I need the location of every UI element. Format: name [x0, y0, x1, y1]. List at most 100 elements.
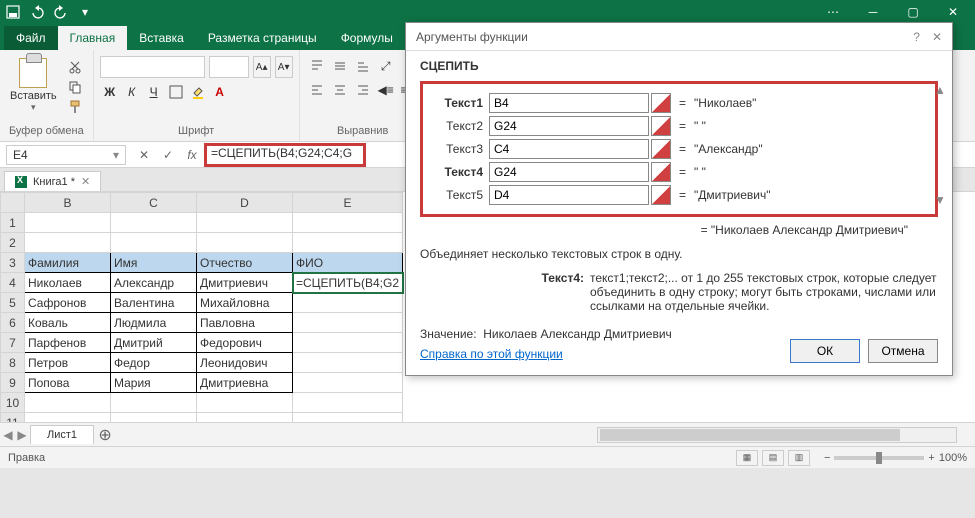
cell[interactable]: =СЦЕПИТЬ(B4;G2	[293, 273, 403, 293]
arg-input[interactable]	[489, 93, 649, 113]
page-layout-view-icon[interactable]: ▤	[762, 450, 784, 466]
cell[interactable]: Михайловна	[197, 293, 293, 313]
add-sheet-icon[interactable]: ⊕	[94, 425, 116, 445]
horizontal-scrollbar[interactable]	[597, 427, 957, 443]
cell[interactable]	[111, 413, 197, 423]
font-name-input[interactable]	[100, 56, 205, 78]
cell[interactable]: Павловна	[197, 313, 293, 333]
row-header[interactable]: 5	[1, 293, 25, 313]
cell[interactable]	[293, 353, 403, 373]
cancel-formula-icon[interactable]: ✕	[132, 144, 156, 166]
cell[interactable]	[111, 213, 197, 233]
dialog-titlebar[interactable]: Аргументы функции ? ✕	[406, 23, 952, 51]
decrease-font-icon[interactable]: A▾	[275, 56, 293, 78]
cell[interactable]: Николаев	[25, 273, 111, 293]
cell[interactable]: Леонидович	[197, 353, 293, 373]
arg-input[interactable]	[489, 162, 649, 182]
function-help-link[interactable]: Справка по этой функции	[420, 347, 563, 361]
formula-input[interactable]: =СЦЕПИТЬ(B4;G24;C4;G	[204, 143, 366, 167]
page-break-view-icon[interactable]: ▥	[788, 450, 810, 466]
align-top-icon[interactable]	[306, 56, 328, 76]
arg-input[interactable]	[489, 116, 649, 136]
font-size-input[interactable]	[209, 56, 249, 78]
row-header[interactable]: 7	[1, 333, 25, 353]
arg-input[interactable]	[489, 139, 649, 159]
zoom-level[interactable]: 100%	[939, 452, 967, 464]
zoom-in-icon[interactable]: +	[928, 452, 934, 464]
tab-page-layout[interactable]: Разметка страницы	[196, 26, 329, 50]
arg-input[interactable]	[489, 185, 649, 205]
decrease-indent-icon[interactable]: ◀≡	[375, 80, 397, 100]
cell[interactable]: Дмитриевич	[197, 273, 293, 293]
cell[interactable]	[293, 393, 403, 413]
align-bottom-icon[interactable]	[352, 56, 374, 76]
select-all-corner[interactable]	[1, 193, 25, 213]
cell[interactable]	[197, 213, 293, 233]
cell[interactable]: Петров	[25, 353, 111, 373]
cell[interactable]	[197, 233, 293, 253]
align-middle-icon[interactable]	[329, 56, 351, 76]
col-header-D[interactable]: D	[197, 193, 293, 213]
row-header[interactable]: 3	[1, 253, 25, 273]
align-center-icon[interactable]	[329, 80, 351, 100]
cell[interactable]: Имя	[111, 253, 197, 273]
col-header-E[interactable]: E	[293, 193, 403, 213]
bold-button[interactable]: Ж	[100, 82, 120, 102]
insert-function-icon[interactable]: fx	[180, 144, 204, 166]
range-selector-icon[interactable]	[651, 139, 671, 159]
range-selector-icon[interactable]	[651, 185, 671, 205]
col-header-C[interactable]: C	[111, 193, 197, 213]
orientation-icon[interactable]: ⤢	[375, 56, 397, 76]
underline-button[interactable]: Ч	[144, 82, 164, 102]
cell[interactable]	[293, 373, 403, 393]
align-right-icon[interactable]	[352, 80, 374, 100]
enter-formula-icon[interactable]: ✓	[156, 144, 180, 166]
ok-button[interactable]: ОК	[790, 339, 860, 363]
zoom-out-icon[interactable]: −	[824, 452, 830, 464]
format-painter-icon[interactable]	[65, 98, 85, 116]
cell[interactable]: Попова	[25, 373, 111, 393]
borders-icon[interactable]	[166, 82, 186, 102]
workbook-tab[interactable]: Книга1 * ✕	[4, 171, 101, 191]
cell[interactable]: Дмитрий	[111, 333, 197, 353]
cell[interactable]: Отчество	[197, 253, 293, 273]
ribbon-options-icon[interactable]: ⋯	[813, 0, 853, 24]
cell[interactable]	[293, 213, 403, 233]
dialog-help-icon[interactable]: ?	[913, 30, 920, 44]
row-header[interactable]: 8	[1, 353, 25, 373]
cell[interactable]: Дмитриевна	[197, 373, 293, 393]
cell[interactable]	[293, 313, 403, 333]
cell[interactable]	[293, 333, 403, 353]
cell[interactable]: ФИО	[293, 253, 403, 273]
cell[interactable]	[25, 213, 111, 233]
cell[interactable]: Людмила	[111, 313, 197, 333]
maximize-icon[interactable]: ▢	[893, 0, 933, 24]
dialog-close-icon[interactable]: ✕	[932, 30, 942, 44]
copy-icon[interactable]	[65, 78, 85, 96]
align-left-icon[interactable]	[306, 80, 328, 100]
cell[interactable]: Коваль	[25, 313, 111, 333]
row-header[interactable]: 2	[1, 233, 25, 253]
col-header-B[interactable]: B	[25, 193, 111, 213]
cell[interactable]	[25, 233, 111, 253]
row-header[interactable]: 1	[1, 213, 25, 233]
minimize-icon[interactable]: ─	[853, 0, 893, 24]
cell[interactable]	[293, 413, 403, 423]
cell[interactable]: Валентина	[111, 293, 197, 313]
cell[interactable]	[197, 393, 293, 413]
cell[interactable]	[293, 233, 403, 253]
cell[interactable]: Александр	[111, 273, 197, 293]
name-box[interactable]: E4▾	[6, 145, 126, 165]
italic-button[interactable]: К	[122, 82, 142, 102]
cell[interactable]	[25, 393, 111, 413]
tab-insert[interactable]: Вставка	[127, 26, 196, 50]
sheet-nav-next-icon[interactable]: ▶	[16, 427, 28, 443]
cell[interactable]: Сафронов	[25, 293, 111, 313]
cell[interactable]	[197, 413, 293, 423]
row-header[interactable]: 4	[1, 273, 25, 293]
normal-view-icon[interactable]: ▦	[736, 450, 758, 466]
fill-color-icon[interactable]	[188, 82, 208, 102]
close-workbook-icon[interactable]: ✕	[81, 175, 90, 188]
tab-file[interactable]: Файл	[4, 26, 58, 50]
cancel-button[interactable]: Отмена	[868, 339, 938, 363]
